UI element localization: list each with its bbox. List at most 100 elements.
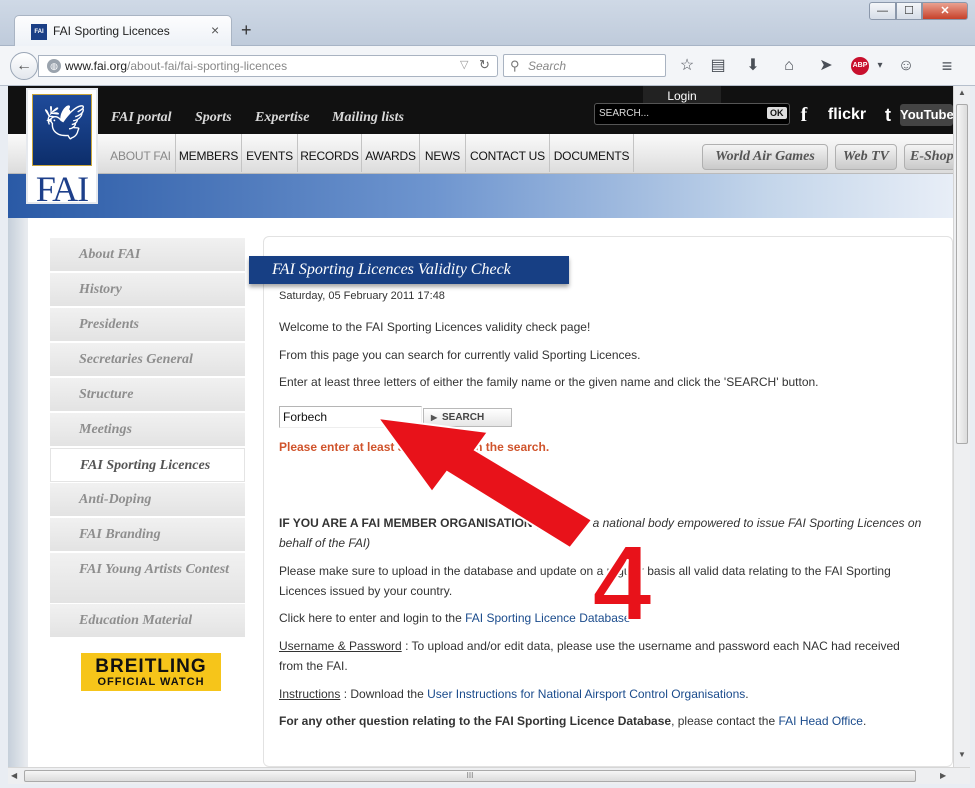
topnav-sports[interactable]: Sports [195,110,232,126]
sponsor-name: BREITLING [95,656,207,677]
nav-records[interactable]: RECORDS [298,134,362,172]
error-message: Please enter at least 3 characters in th… [279,440,550,454]
scroll-down-icon[interactable]: ▼ [958,750,966,759]
abp-dropdown-icon[interactable]: ▾ [869,55,891,77]
instruction-text: Enter at least three letters of either t… [279,375,819,389]
vertical-scrollbar[interactable]: ▲ ▼ [953,86,970,767]
nav-members[interactable]: MEMBERS [176,134,242,172]
vertical-scroll-thumb[interactable] [956,104,968,444]
scroll-up-icon[interactable]: ▲ [958,88,966,97]
username-password-link[interactable]: Username & Password [279,639,402,653]
site-search-input[interactable]: SEARCH... OK [594,103,790,125]
url-dropdown-icon[interactable]: ▽ [460,58,468,71]
send-icon[interactable]: ➤ [815,55,837,77]
username-line: Username & Password : To upload and/or e… [279,639,900,653]
tab-close-icon[interactable]: × [211,22,219,38]
eagle-emblem-icon: 🕊 [32,94,92,166]
sidebar-item-secretaries-general[interactable]: Secretaries General [50,343,245,377]
horizontal-scrollbar[interactable]: ◀ III ▶ [8,767,970,784]
instructions-link[interactable]: Instructions [279,687,340,701]
member-heading-note-2: behalf of the FAI) [279,536,371,550]
scroll-left-icon[interactable]: ◀ [11,771,17,780]
browser-search-input[interactable]: ⚲ Search [503,54,666,77]
tab-title: FAI Sporting Licences [53,24,170,38]
facebook-icon[interactable]: f [796,104,812,126]
search-placeholder: Search [528,59,567,73]
licence-search-button[interactable]: ▶ SEARCH [423,408,512,427]
other-question-bold: For any other question relating to the F… [279,714,672,728]
fai-logo[interactable]: 🕊 FAI [26,88,98,209]
menu-icon[interactable]: ≡ [936,55,958,77]
other-question-line: For any other question relating to the F… [279,714,867,728]
browser-titlebar: FAI FAI Sporting Licences × + — ☐ ✕ [0,0,975,46]
back-button[interactable]: ← [10,52,38,80]
web-tv-button[interactable]: Web TV [835,144,897,170]
eagle-icon: 🕊 [43,104,87,142]
topnav-fai-portal[interactable]: FAI portal [111,110,172,126]
database-link[interactable]: FAI Sporting Licence Database [465,611,630,625]
username-text-2: from the FAI. [279,659,348,673]
member-heading-note: (a NAC or a national body empowered to i… [535,516,922,530]
sidebar-item-anti-doping[interactable]: Anti-Doping [50,483,245,517]
smiley-icon[interactable]: ☺ [895,55,917,77]
site-search-ok-button[interactable]: OK [767,107,787,119]
sidebar-item-history[interactable]: History [50,273,245,307]
reading-list-icon[interactable]: ▤ [707,55,729,77]
user-instructions-link[interactable]: User Instructions for National Airsport … [427,687,745,701]
nav-contact-us[interactable]: CONTACT US [466,134,550,172]
e-shop-button[interactable]: E-Shop [904,144,953,170]
logo-text: FAI [35,169,89,209]
head-office-link[interactable]: FAI Head Office [778,714,863,728]
world-air-games-button[interactable]: World Air Games [702,144,828,170]
instructions-line: Instructions : Download the User Instruc… [279,687,749,701]
topnav-mailing-lists[interactable]: Mailing lists [332,110,404,126]
sidebar-item-fai-young-artists-contest[interactable]: FAI Young Artists Contest [50,553,245,604]
close-window-button[interactable]: ✕ [922,2,968,20]
minimize-button[interactable]: — [869,2,896,20]
sidebar-item-structure[interactable]: Structure [50,378,245,412]
sidebar-item-presidents[interactable]: Presidents [50,308,245,342]
download-icon[interactable]: ⬇ [742,55,764,77]
breitling-sponsor-logo[interactable]: BREITLING OFFICIAL WATCH [81,653,221,691]
home-icon[interactable]: ⌂ [778,55,800,77]
flickr-icon[interactable]: flickr [823,104,871,126]
scroll-right-icon[interactable]: ▶ [940,771,946,780]
search-button-label: SEARCH [442,412,485,423]
horizontal-scroll-thumb[interactable]: III [24,770,916,782]
site-search-placeholder: SEARCH... [599,108,650,119]
url-path: /about-fai/fai-sporting-licences [127,59,288,73]
nav-documents[interactable]: DOCUMENTS [550,134,634,172]
member-heading-line: IF YOU ARE A FAI MEMBER ORGANISATION (a … [279,516,921,530]
adblock-icon[interactable]: ABP [851,57,869,75]
twitter-icon[interactable]: t [879,104,897,126]
username-text: : To upload and/or edit data, please use… [405,639,900,653]
instructions-text: : Download the [343,687,424,701]
reload-icon[interactable]: ↻ [479,57,490,73]
new-tab-button[interactable]: + [241,20,252,41]
header-sky-banner [8,174,953,224]
browser-tab[interactable]: FAI FAI Sporting Licences × [14,15,232,46]
nav-about-fai[interactable]: ABOUT FAI [106,134,176,172]
sidebar-item-fai-branding[interactable]: FAI Branding [50,518,245,552]
maximize-button[interactable]: ☐ [896,2,922,20]
youtube-icon[interactable]: YouTube [900,104,953,126]
sponsor-subtitle: OFFICIAL WATCH [97,676,205,688]
sidebar-item-fai-sporting-licences[interactable]: FAI Sporting Licences [50,448,245,482]
page-viewport: FAI portal Sports Expertise Mailing list… [8,86,953,767]
url-text: www.fai.org/about-fai/fai-sporting-licen… [65,59,287,73]
main-navigation: ABOUT FAI MEMBERS EVENTS RECORDS AWARDS … [8,134,953,174]
play-arrow-icon: ▶ [431,413,438,422]
nav-events[interactable]: EVENTS [242,134,298,172]
page-title: FAI Sporting Licences Validity Check [249,256,569,284]
site-header: FAI portal Sports Expertise Mailing list… [8,86,953,134]
licence-search-input[interactable] [279,406,422,428]
sidebar-item-education-material[interactable]: Education Material [50,604,245,638]
url-bar[interactable]: ◍ www.fai.org/about-fai/fai-sporting-lic… [38,55,498,77]
sidebar-item-meetings[interactable]: Meetings [50,413,245,447]
nav-news[interactable]: NEWS [420,134,466,172]
nav-awards[interactable]: AWARDS [362,134,420,172]
sidebar-item-about-fai[interactable]: About FAI [50,238,245,272]
click-here-line: Click here to enter and login to the FAI… [279,611,631,625]
topnav-expertise[interactable]: Expertise [255,110,309,126]
star-icon[interactable]: ☆ [676,55,698,77]
